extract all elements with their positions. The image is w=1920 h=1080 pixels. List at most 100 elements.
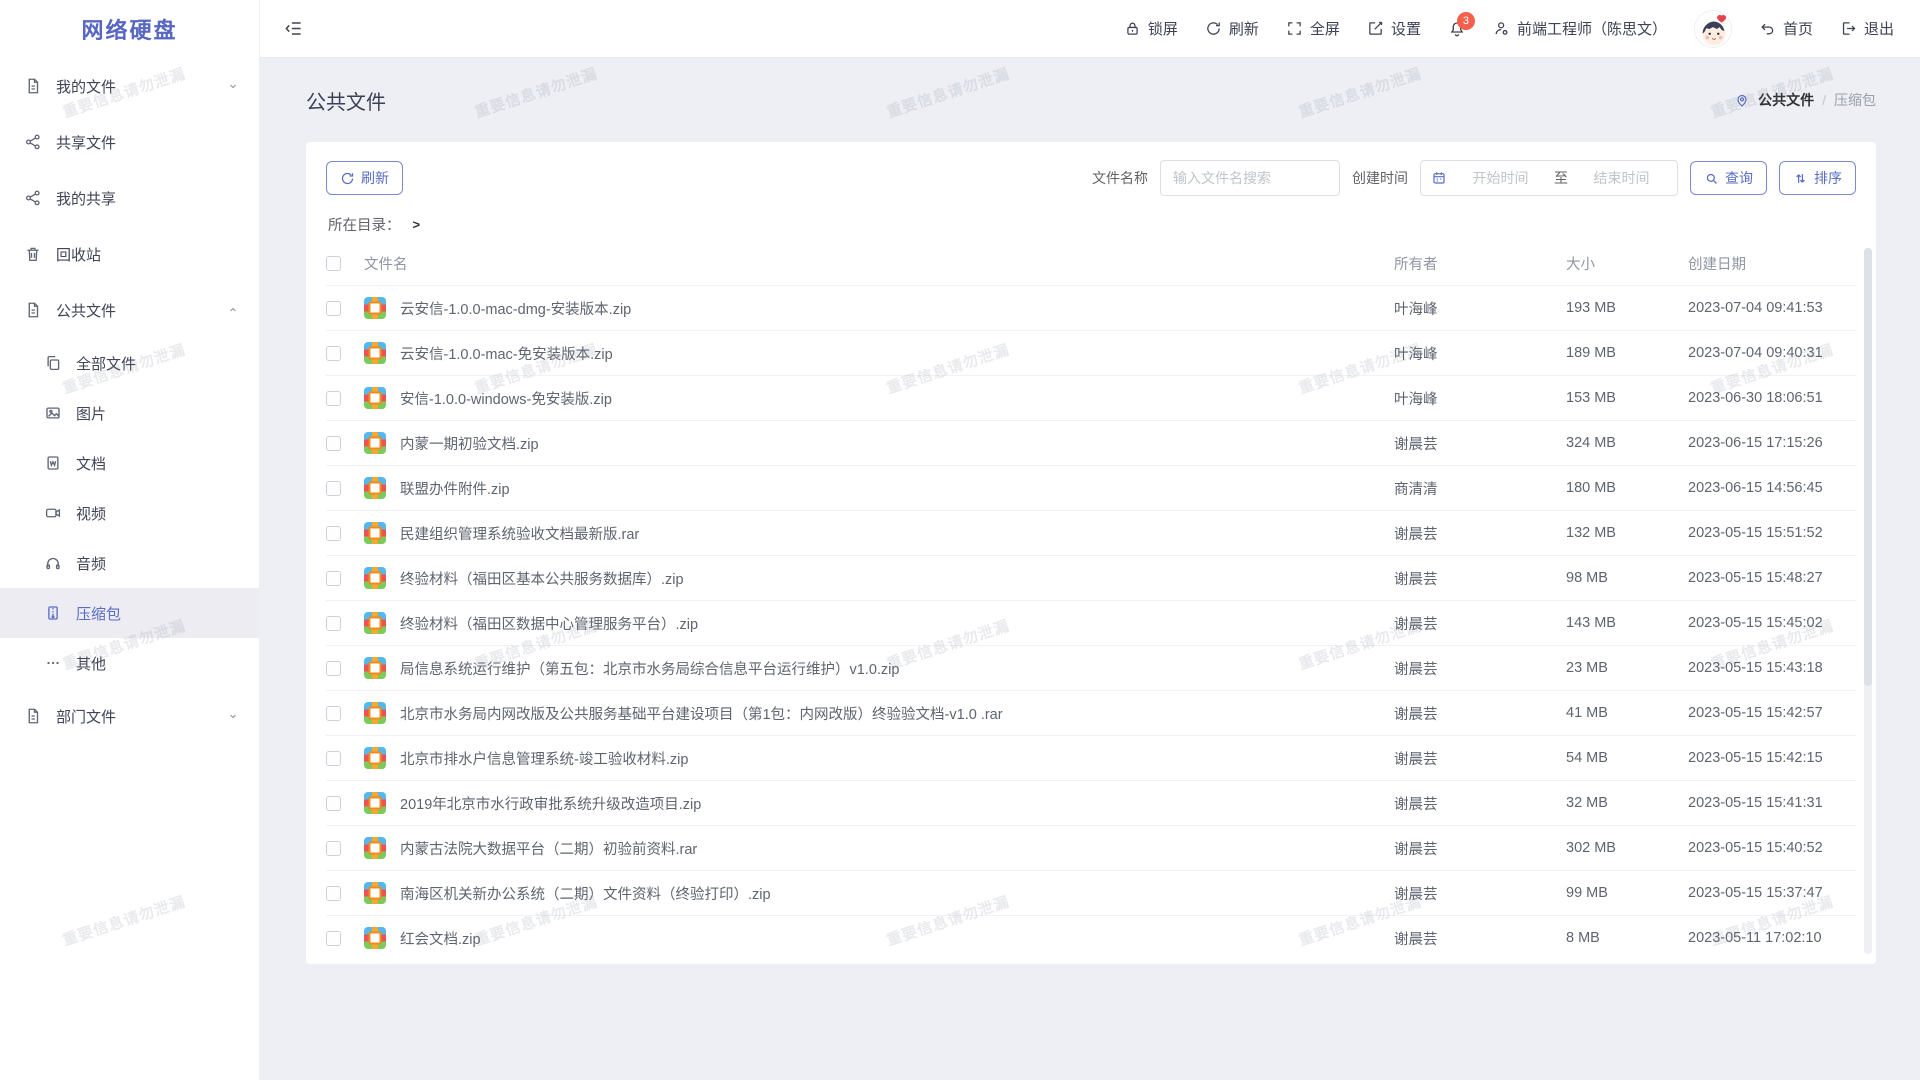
avatar[interactable] xyxy=(1694,10,1732,48)
file-date: 2023-05-15 15:43:18 xyxy=(1688,660,1856,676)
avatar-image xyxy=(1695,11,1732,48)
row-checkbox[interactable] xyxy=(326,751,341,766)
file-name[interactable]: 南海区机关新办公系统（二期）文件资料（终验打印）.zip xyxy=(400,883,1394,904)
fullscreen-button[interactable]: 全屏 xyxy=(1286,18,1340,39)
file-date: 2023-05-15 15:40:52 xyxy=(1688,840,1856,856)
file-name[interactable]: 北京市排水户信息管理系统-竣工验收材料.zip xyxy=(400,748,1394,769)
breadcrumb-current: 压缩包 xyxy=(1834,90,1876,110)
directory-path-arrow: > xyxy=(413,217,421,232)
topbar: 锁屏 刷新 全屏 设置 3 xyxy=(260,0,1920,58)
file-name[interactable]: 内蒙一期初验文档.zip xyxy=(400,433,1394,454)
collapse-sidebar-icon[interactable] xyxy=(284,19,303,38)
row-checkbox[interactable] xyxy=(326,841,341,856)
file-name[interactable]: 2019年北京市水行政审批系统升级改造项目.zip xyxy=(400,793,1394,814)
trash-icon xyxy=(24,245,42,263)
file-name[interactable]: 红会文档.zip xyxy=(400,928,1394,949)
refresh-icon xyxy=(1205,20,1222,37)
scrollbar-thumb[interactable] xyxy=(1864,248,1872,686)
user-icon xyxy=(1493,20,1510,37)
sidebar-item-archives[interactable]: 压缩包 xyxy=(0,588,259,638)
sort-button[interactable]: 排序 xyxy=(1779,161,1856,195)
sidebar-item-documents[interactable]: 文档 xyxy=(0,438,259,488)
file-name[interactable]: 云安信-1.0.0-mac-免安装版本.zip xyxy=(400,343,1394,364)
breadcrumb-root[interactable]: 公共文件 xyxy=(1758,90,1814,110)
select-all-checkbox[interactable] xyxy=(326,256,341,271)
vertical-scrollbar[interactable] xyxy=(1864,248,1872,954)
logout-button[interactable]: 退出 xyxy=(1840,18,1894,39)
table-row: 联盟办件附件.zip 商清清 180 MB 2023-06-15 14:56:4… xyxy=(326,465,1856,510)
sidebar-item-all-files[interactable]: 全部文件 xyxy=(0,338,259,388)
filename-search-input[interactable] xyxy=(1160,160,1340,196)
row-checkbox[interactable] xyxy=(326,931,341,946)
settings-button[interactable]: 设置 xyxy=(1367,18,1421,39)
file-name[interactable]: 局信息系统运行维护（第五包：北京市水务局综合信息平台运行维护）v1.0.zip xyxy=(400,658,1394,679)
refresh-page-button[interactable]: 刷新 xyxy=(1205,18,1259,39)
date-range-picker[interactable]: 开始时间 至 结束时间 xyxy=(1420,160,1678,196)
file-date: 2023-05-15 15:45:02 xyxy=(1688,615,1856,631)
filename-filter-label: 文件名称 xyxy=(1092,168,1148,188)
date-range-to-label: 至 xyxy=(1554,168,1568,188)
query-button[interactable]: 查询 xyxy=(1690,161,1767,195)
file-name[interactable]: 云安信-1.0.0-mac-dmg-安装版本.zip xyxy=(400,298,1394,319)
file-size: 132 MB xyxy=(1566,525,1688,541)
topbar-actions: 锁屏 刷新 全屏 设置 3 xyxy=(1124,10,1894,48)
sidebar-item-images[interactable]: 图片 xyxy=(0,388,259,438)
file-list-card: 刷新 文件名称 创建时间 开始时间 至 结束时间 xyxy=(306,142,1876,964)
column-header-name: 文件名 xyxy=(364,253,1394,274)
row-checkbox[interactable] xyxy=(326,706,341,721)
column-header-size: 大小 xyxy=(1566,253,1688,274)
user-menu[interactable]: 前端工程师（陈思文） xyxy=(1493,18,1667,39)
created-time-filter-label: 创建时间 xyxy=(1352,168,1408,188)
file-name[interactable]: 内蒙古法院大数据平台（二期）初验前资料.rar xyxy=(400,838,1394,859)
sidebar-item-recycle-bin[interactable]: 回收站 xyxy=(0,226,259,282)
sidebar-item-my-shares[interactable]: 我的共享 xyxy=(0,170,259,226)
sidebar-item-audio[interactable]: 音频 xyxy=(0,538,259,588)
sidebar-item-department-files[interactable]: 部门文件 xyxy=(0,688,259,744)
file-size: 324 MB xyxy=(1566,435,1688,451)
fullscreen-label: 全屏 xyxy=(1310,18,1340,39)
zip-file-icon xyxy=(364,702,386,724)
sidebar-item-others[interactable]: 其他 xyxy=(0,638,259,688)
zip-file-icon xyxy=(364,747,386,769)
lock-screen-button[interactable]: 锁屏 xyxy=(1124,18,1178,39)
start-date-placeholder[interactable]: 开始时间 xyxy=(1455,168,1546,188)
file-owner: 谢晨芸 xyxy=(1394,793,1566,814)
row-checkbox[interactable] xyxy=(326,616,341,631)
file-name[interactable]: 终验材料（福田区数据中心管理服务平台）.zip xyxy=(400,613,1394,634)
file-name[interactable]: 北京市水务局内网改版及公共服务基础平台建设项目（第1包：内网改版）终验验文档-v… xyxy=(400,703,1394,724)
file-name[interactable]: 联盟办件附件.zip xyxy=(400,478,1394,499)
sidebar-item-videos[interactable]: 视频 xyxy=(0,488,259,538)
home-button[interactable]: 首页 xyxy=(1759,18,1813,39)
file-size: 23 MB xyxy=(1566,660,1688,676)
row-checkbox[interactable] xyxy=(326,571,341,586)
file-date: 2023-05-15 15:37:47 xyxy=(1688,885,1856,901)
end-date-placeholder[interactable]: 结束时间 xyxy=(1576,168,1667,188)
file-name[interactable]: 终验材料（福田区基本公共服务数据库）.zip xyxy=(400,568,1394,589)
row-checkbox[interactable] xyxy=(326,346,341,361)
zip-file-icon xyxy=(364,567,386,589)
zip-file-icon xyxy=(364,792,386,814)
zip-file-icon xyxy=(44,604,62,622)
row-checkbox[interactable] xyxy=(326,661,341,676)
refresh-list-label: 刷新 xyxy=(361,168,389,188)
file-owner: 商清清 xyxy=(1394,478,1566,499)
file-icon xyxy=(24,301,42,319)
file-name[interactable]: 安信-1.0.0-windows-免安装版.zip xyxy=(400,388,1394,409)
row-checkbox[interactable] xyxy=(326,886,341,901)
row-checkbox[interactable] xyxy=(326,796,341,811)
refresh-list-button[interactable]: 刷新 xyxy=(326,161,403,195)
sidebar-item-my-files[interactable]: 我的文件 xyxy=(0,58,259,114)
app-window: 网络硬盘 我的文件 共享文件 我的共享 回收站 公共文件 xyxy=(0,0,1920,1080)
notifications-button[interactable]: 3 xyxy=(1448,20,1466,38)
sidebar-item-public-files[interactable]: 公共文件 xyxy=(0,282,259,338)
row-checkbox[interactable] xyxy=(326,436,341,451)
row-checkbox[interactable] xyxy=(326,391,341,406)
main-area: 锁屏 刷新 全屏 设置 3 xyxy=(260,0,1920,1080)
sidebar-item-label: 全部文件 xyxy=(76,353,136,374)
file-name[interactable]: 民建组织管理系统验收文档最新版.rar xyxy=(400,523,1394,544)
row-checkbox[interactable] xyxy=(326,301,341,316)
table-row: 南海区机关新办公系统（二期）文件资料（终验打印）.zip 谢晨芸 99 MB 2… xyxy=(326,870,1856,915)
sidebar-item-shared-files[interactable]: 共享文件 xyxy=(0,114,259,170)
row-checkbox[interactable] xyxy=(326,481,341,496)
row-checkbox[interactable] xyxy=(326,526,341,541)
